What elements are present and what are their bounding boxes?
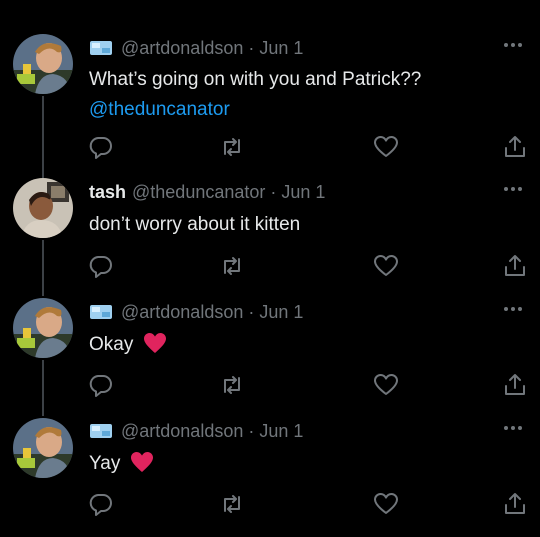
retweet-icon[interactable]	[219, 134, 245, 160]
handle[interactable]: @artdonaldson	[121, 38, 243, 59]
tweet-text-content: don’t worry about it kitten	[89, 214, 301, 235]
share-icon[interactable]	[502, 134, 528, 160]
red-heart-icon	[130, 451, 154, 473]
ice-cube-icon	[89, 422, 113, 440]
separator: ·	[248, 301, 255, 322]
tweet[interactable]: @artdonaldson · Jun 1 Yay	[0, 410, 540, 537]
tweet-text-content: Okay	[89, 334, 134, 355]
like-icon[interactable]	[373, 491, 399, 517]
tweet-header: tash @theduncanator · Jun 1	[89, 180, 325, 204]
timestamp[interactable]: Jun 1	[281, 182, 325, 203]
tweet-thread: @artdonaldson · Jun 1 What’s going on wi…	[0, 0, 540, 537]
red-heart-icon	[143, 332, 167, 354]
like-icon[interactable]	[373, 253, 399, 279]
mention-link[interactable]: @theduncanator	[89, 95, 421, 125]
timestamp[interactable]: Jun 1	[259, 421, 303, 442]
tweet-actions	[0, 372, 540, 398]
retweet-icon[interactable]	[219, 253, 245, 279]
timestamp[interactable]: Jun 1	[259, 38, 303, 59]
more-icon[interactable]	[500, 301, 526, 317]
more-icon[interactable]	[500, 181, 526, 197]
ice-cube-icon	[89, 303, 113, 321]
display-name[interactable]: tash	[89, 182, 126, 203]
separator: ·	[270, 181, 277, 202]
retweet-icon[interactable]	[219, 372, 245, 398]
tweet-text: don’t worry about it kitten	[89, 210, 300, 240]
tweet-actions	[0, 253, 540, 279]
separator: ·	[248, 37, 255, 58]
tweet-actions	[0, 134, 540, 160]
tweet-text-content: What’s going on with you and Patrick??	[89, 69, 422, 90]
tweet-text: Yay	[89, 449, 154, 479]
tweet-text-content: Yay	[89, 453, 121, 474]
avatar[interactable]	[13, 178, 73, 238]
tweet-actions	[0, 491, 540, 517]
reply-icon[interactable]	[88, 372, 114, 398]
tweet-text: Okay	[89, 330, 167, 360]
tweet-text: What’s going on with you and Patrick?? @…	[89, 65, 421, 125]
tweet-header: @artdonaldson · Jun 1	[89, 300, 303, 324]
reply-icon[interactable]	[88, 134, 114, 160]
share-icon[interactable]	[502, 253, 528, 279]
reply-icon[interactable]	[88, 491, 114, 517]
handle[interactable]: @artdonaldson	[121, 302, 243, 323]
timestamp[interactable]: Jun 1	[259, 302, 303, 323]
like-icon[interactable]	[373, 134, 399, 160]
avatar[interactable]	[13, 298, 73, 358]
separator: ·	[248, 420, 255, 441]
tweet-header: @artdonaldson · Jun 1	[89, 419, 303, 443]
tweet-header: @artdonaldson · Jun 1	[89, 36, 303, 60]
ice-cube-icon	[89, 39, 113, 57]
share-icon[interactable]	[502, 491, 528, 517]
more-icon[interactable]	[500, 420, 526, 436]
avatar[interactable]	[13, 34, 73, 94]
share-icon[interactable]	[502, 372, 528, 398]
handle[interactable]: @artdonaldson	[121, 421, 243, 442]
handle[interactable]: @theduncanator	[132, 182, 265, 203]
more-icon[interactable]	[500, 37, 526, 53]
like-icon[interactable]	[373, 372, 399, 398]
retweet-icon[interactable]	[219, 491, 245, 517]
reply-icon[interactable]	[88, 253, 114, 279]
avatar[interactable]	[13, 418, 73, 478]
